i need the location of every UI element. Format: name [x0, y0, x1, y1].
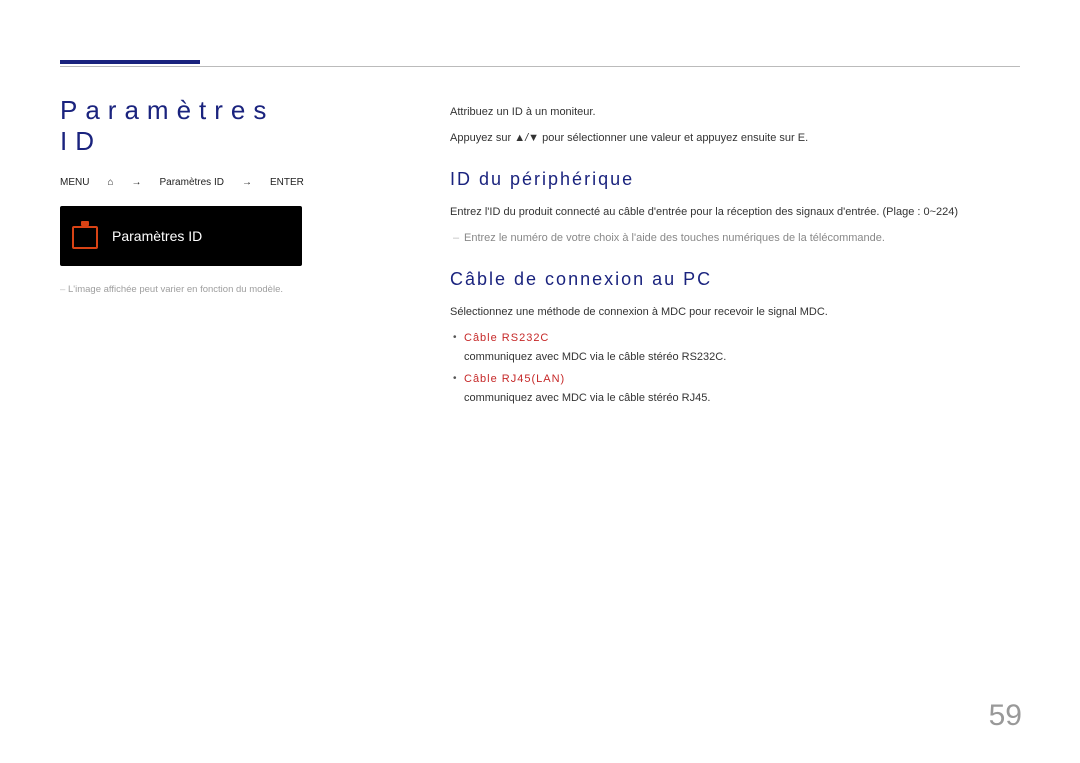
- left-column: Paramètres ID MENU ⌂ → Paramètres ID → E…: [60, 95, 320, 295]
- page-title: Paramètres ID: [60, 95, 320, 157]
- menu-label: MENU: [60, 177, 89, 188]
- pc-cable-body: Sélectionnez une méthode de connexion à …: [450, 304, 1010, 322]
- option-label: Câble RS232C: [464, 332, 549, 344]
- breadcrumb-settings: Paramètres ID: [160, 177, 224, 188]
- intro-line-2: Appuyez sur ▲/▼ pour sélectionner une va…: [450, 130, 1010, 148]
- enter-key: E: [798, 132, 805, 144]
- option-desc: communiquez avec MDC via le câble stéréo…: [464, 390, 1010, 408]
- header-rule: [60, 66, 1020, 67]
- text: Appuyez sur: [450, 132, 514, 144]
- home-icon: ⌂: [107, 177, 113, 188]
- accent-bar: [60, 60, 200, 64]
- page-number: 59: [989, 699, 1022, 733]
- option-rj45: Câble RJ45(LAN) communiquez avec MDC via…: [450, 371, 1010, 408]
- intro-line-1: Attribuez un ID à un moniteur.: [450, 104, 1010, 122]
- enter-label: ENTER: [270, 177, 304, 188]
- osd-preview-tile: Paramètres ID: [60, 206, 302, 266]
- right-column: Attribuez un ID à un moniteur. Appuyez s…: [450, 104, 1010, 408]
- option-rs232c: Câble RS232C communiquez avec MDC via le…: [450, 330, 1010, 367]
- option-desc: communiquez avec MDC via le câble stéréo…: [464, 349, 1010, 367]
- text: .: [805, 132, 808, 144]
- model-variation-note: L'image affichée peut varier en fonction…: [60, 284, 320, 295]
- section-heading-device-id: ID du périphérique: [450, 165, 1010, 194]
- breadcrumb: MENU ⌂ → Paramètres ID → ENTER: [60, 177, 320, 188]
- option-label: Câble RJ45(LAN): [464, 373, 565, 385]
- device-id-note: Entrez le numéro de votre choix à l'aide…: [450, 230, 1010, 248]
- arrow-icon: →: [242, 177, 252, 188]
- settings-id-icon: [72, 223, 98, 249]
- updown-key: ▲/▼: [514, 132, 539, 144]
- text: pour sélectionner une valeur et appuyez …: [539, 132, 798, 144]
- device-id-body: Entrez l'ID du produit connecté au câble…: [450, 204, 1010, 222]
- section-heading-pc-cable: Câble de connexion au PC: [450, 265, 1010, 294]
- osd-label: Paramètres ID: [112, 228, 202, 244]
- arrow-icon: →: [132, 177, 142, 188]
